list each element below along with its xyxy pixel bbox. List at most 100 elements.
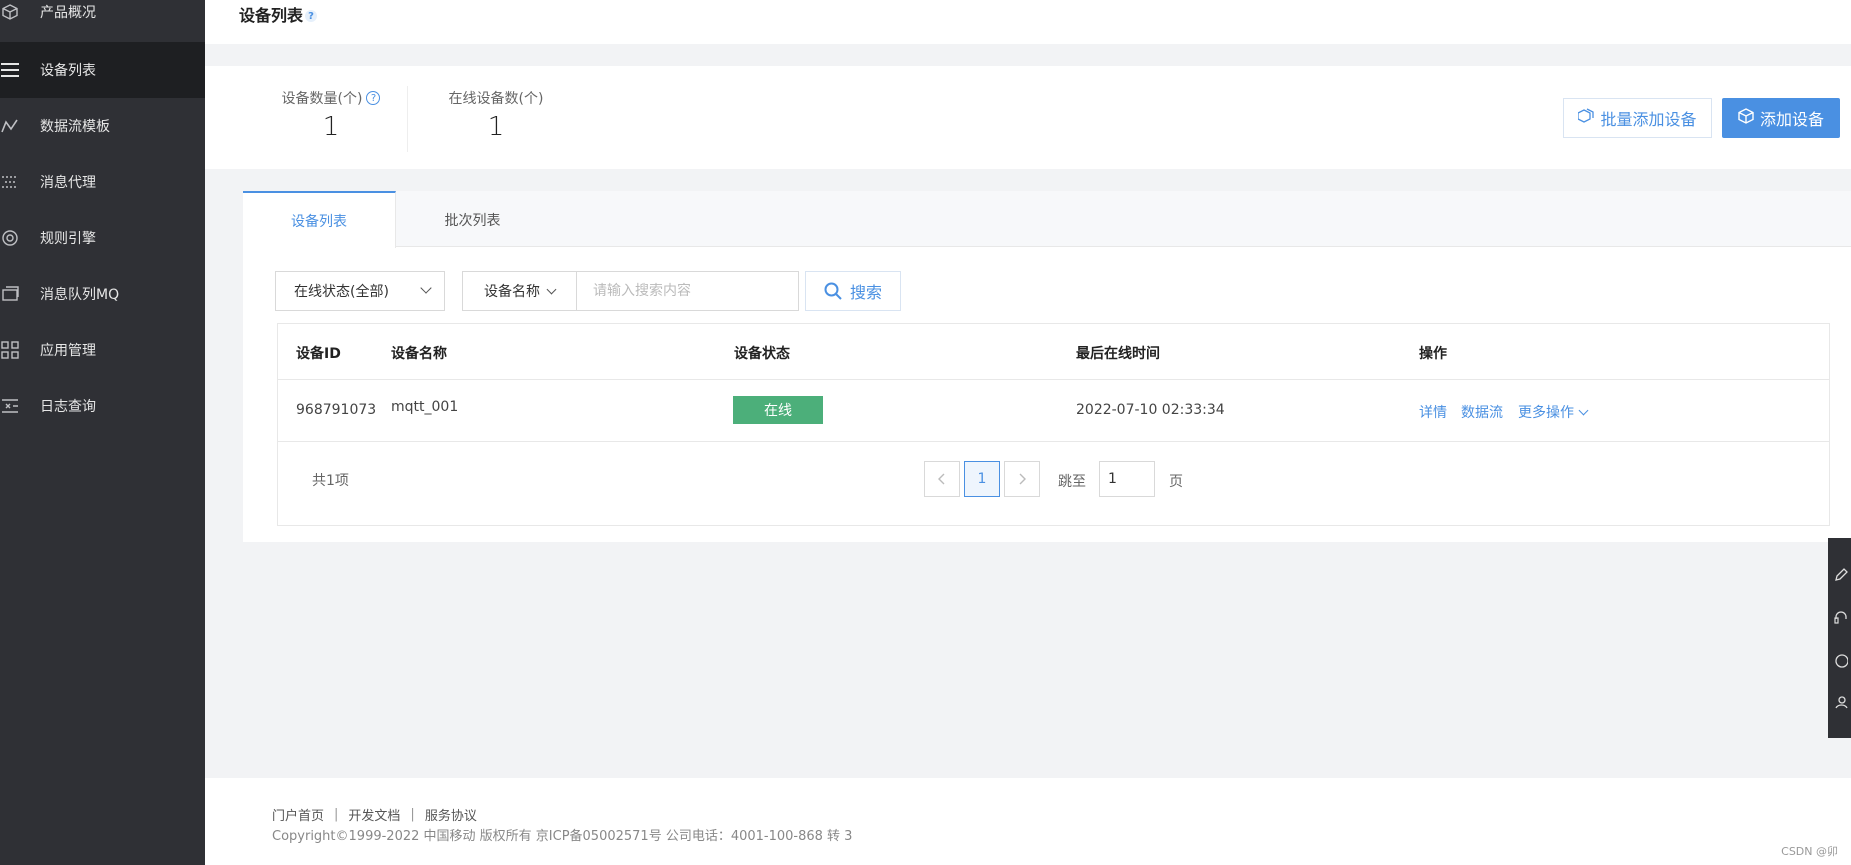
- divider: |: [410, 807, 415, 822]
- more-actions-label: 更多操作: [1518, 405, 1574, 421]
- footer-links: 门户首页 | 开发文档 | 服务协议: [272, 805, 477, 824]
- list-icon: [0, 60, 20, 80]
- sidebar-item-label: 数据流模板: [40, 119, 110, 135]
- help-icon[interactable]: ?: [305, 10, 318, 22]
- sidebar-item-data-stream-template[interactable]: 数据流模板: [0, 98, 205, 154]
- chevron-left-icon: [938, 473, 945, 485]
- online-status-value: 在线状态(全部): [294, 284, 389, 300]
- watermark: CSDN @卯: [1781, 845, 1838, 858]
- page-suffix: 页: [1169, 474, 1183, 490]
- divider: |: [334, 807, 339, 822]
- tab-device-list[interactable]: 设备列表: [243, 191, 396, 248]
- chevron-right-icon: [1019, 473, 1026, 485]
- footer-link-terms[interactable]: 服务协议: [425, 805, 477, 824]
- device-count-label: 设备数量(个): [281, 91, 363, 107]
- headset-icon[interactable]: [1834, 610, 1851, 628]
- help-icon[interactable]: [1834, 654, 1851, 672]
- column-header-status: 设备状态: [734, 346, 790, 362]
- search-input[interactable]: [577, 272, 798, 310]
- flow-icon: [0, 116, 20, 136]
- search-icon: [824, 282, 842, 300]
- copyright: Copyright©1999-2022 中国移动 版权所有 京ICP备05002…: [272, 829, 853, 844]
- help-circle-icon[interactable]: ?: [366, 91, 381, 105]
- sidebar-item-app-management[interactable]: 应用管理: [0, 322, 205, 378]
- page-title-text: 设备列表: [239, 6, 304, 25]
- cell-device-name: mqtt_001: [391, 399, 459, 415]
- sidebar-item-message-proxy[interactable]: 消息代理: [0, 154, 205, 210]
- page-header: 设备列表 ?: [205, 0, 1851, 44]
- sidebar-item-rule-engine[interactable]: 规则引擎: [0, 210, 205, 266]
- total-count: 共1项: [312, 473, 349, 489]
- divider: [407, 86, 408, 152]
- column-header-id: 设备ID: [296, 346, 341, 362]
- footer-link-docs[interactable]: 开发文档: [348, 805, 400, 824]
- online-count-value: 1: [487, 112, 505, 142]
- sidebar-item-label: 应用管理: [40, 343, 96, 359]
- cell-device-id: 968791073: [296, 402, 377, 418]
- status-badge: 在线: [733, 396, 823, 424]
- sidebar-item-device-list[interactable]: 设备列表: [0, 42, 205, 98]
- device-count-stat: 设备数量(个) ? 1: [276, 88, 386, 142]
- jump-page-input[interactable]: [1099, 461, 1155, 497]
- sidebar-item-label: 日志查询: [40, 399, 96, 415]
- cell-last-online: 2022-07-10 02:33:34: [1076, 402, 1225, 418]
- footer-link-portal[interactable]: 门户首页: [272, 805, 324, 824]
- cube-icon: [0, 2, 20, 22]
- sidebar-item-label: 产品概况: [40, 5, 96, 21]
- online-count-label: 在线设备数(个): [448, 91, 544, 107]
- floating-toolbar: [1828, 538, 1851, 738]
- stats-panel: 设备数量(个) ? 1 在线设备数(个) 1 批量添加设备 添加设备: [205, 66, 1851, 169]
- page-title: 设备列表 ?: [239, 2, 318, 26]
- column-header-ops: 操作: [1419, 346, 1447, 362]
- sidebar-item-product-overview[interactable]: 产品概况: [0, 0, 205, 40]
- jump-label: 跳至: [1058, 474, 1086, 490]
- footer: 门户首页 | 开发文档 | 服务协议 Copyright©1999-2022 中…: [205, 778, 1851, 865]
- device-count-value: 1: [322, 112, 340, 142]
- column-header-name: 设备名称: [391, 346, 447, 362]
- search-field-select[interactable]: 设备名称: [463, 272, 577, 310]
- log-icon: [0, 396, 20, 416]
- add-device-button[interactable]: 添加设备: [1722, 98, 1840, 138]
- chevron-down-icon: [546, 284, 557, 294]
- proxy-icon: [0, 172, 20, 192]
- table-header: 设备ID 设备名称 设备状态 最后在线时间 操作: [278, 324, 1829, 380]
- more-actions-link[interactable]: 更多操作: [1518, 402, 1589, 422]
- table-row: 968791073 mqtt_001 在线 2022-07-10 02:33:3…: [278, 380, 1829, 442]
- sidebar-item-label: 消息队列MQ: [40, 287, 120, 303]
- tab-bar: 设备列表 批次列表: [243, 191, 1851, 248]
- sidebar-item-label: 设备列表: [40, 63, 96, 79]
- batch-add-icon: [1577, 108, 1595, 128]
- search-group: 设备名称: [462, 271, 799, 311]
- pagination: 共1项 1 跳至 页: [278, 442, 1829, 527]
- search-button[interactable]: 搜索: [805, 271, 901, 311]
- column-header-last-online: 最后在线时间: [1076, 346, 1160, 362]
- details-link[interactable]: 详情: [1419, 402, 1447, 422]
- batch-add-device-button[interactable]: 批量添加设备: [1563, 98, 1712, 138]
- device-count-label-row: 设备数量(个) ?: [276, 88, 386, 108]
- sidebar-item-message-queue[interactable]: 消息队列MQ: [0, 266, 205, 322]
- online-count-stat: 在线设备数(个) 1: [441, 88, 551, 142]
- search-button-label: 搜索: [849, 283, 882, 302]
- chevron-down-icon: [420, 282, 432, 294]
- sidebar-item-log-query[interactable]: 日志查询: [0, 378, 205, 434]
- queue-icon: [0, 284, 20, 304]
- prev-page-button[interactable]: [924, 461, 960, 497]
- chevron-down-icon: [1578, 405, 1589, 416]
- cube-icon: [1738, 108, 1754, 128]
- sidebar-item-label: 消息代理: [40, 175, 96, 191]
- search-field-value: 设备名称: [484, 284, 540, 300]
- user-icon[interactable]: [1834, 695, 1851, 713]
- tab-batch-list[interactable]: 批次列表: [396, 191, 549, 248]
- device-list-card: 设备列表 批次列表 在线状态(全部) 设备名称 搜索 设备ID 设备名称 设备状…: [243, 191, 1851, 542]
- page-button[interactable]: 1: [964, 461, 1000, 497]
- batch-add-label: 批量添加设备: [1600, 110, 1697, 129]
- data-stream-link[interactable]: 数据流: [1461, 402, 1503, 422]
- device-table: 设备ID 设备名称 设备状态 最后在线时间 操作 968791073 mqtt_…: [277, 323, 1830, 526]
- grid-icon: [0, 340, 20, 360]
- engine-icon: [0, 228, 20, 248]
- sidebar-item-label: 规则引擎: [40, 231, 96, 247]
- edit-icon[interactable]: [1834, 568, 1851, 586]
- add-device-label: 添加设备: [1759, 110, 1824, 129]
- online-status-select[interactable]: 在线状态(全部): [275, 271, 445, 311]
- next-page-button[interactable]: [1004, 461, 1040, 497]
